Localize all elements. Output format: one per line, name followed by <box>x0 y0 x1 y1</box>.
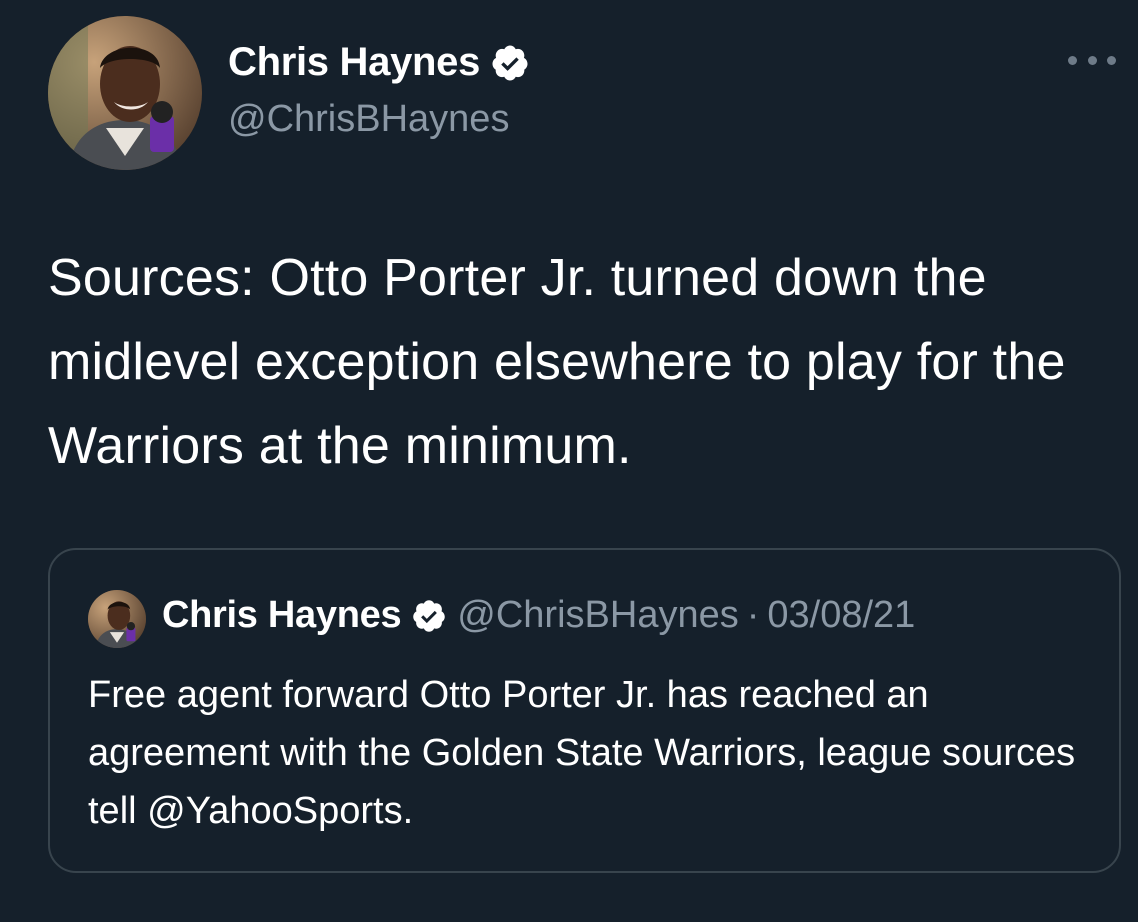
quoted-tweet[interactable]: Chris Haynes @ChrisBHaynes · 03/08/21 Fr… <box>48 548 1121 873</box>
avatar-photo-icon <box>88 590 146 648</box>
quoted-tweet-date[interactable]: 03/08/21 <box>767 594 915 637</box>
more-dot <box>1087 55 1097 65</box>
verified-badge-icon <box>413 599 446 632</box>
quoted-tweet-header: Chris Haynes @ChrisBHaynes · 03/08/21 <box>162 594 915 637</box>
more-dot <box>1068 55 1077 65</box>
quoted-author-handle[interactable]: @ChrisBHaynes <box>457 594 738 637</box>
quoted-author-avatar[interactable] <box>88 590 146 648</box>
tweet-text: Sources: Otto Porter Jr. turned down the… <box>48 249 1066 475</box>
tweet-card: Chris Haynes @ChrisBHaynes Sources: Otto… <box>0 0 1138 922</box>
verified-badge-icon <box>492 45 528 80</box>
author-avatar[interactable] <box>48 16 202 170</box>
author-name-text: Chris Haynes <box>228 40 481 84</box>
separator-dot: · <box>746 594 760 636</box>
author-handle[interactable]: @ChrisBHaynes <box>228 98 509 141</box>
quoted-author-name[interactable]: Chris Haynes <box>162 594 402 637</box>
avatar-photo-icon <box>48 16 202 170</box>
quoted-tweet-text: Free agent forward Otto Porter Jr. has r… <box>88 674 1076 832</box>
author-name[interactable]: Chris Haynes <box>228 40 530 85</box>
more-options-icon[interactable] <box>1068 46 1116 74</box>
more-dot <box>1107 55 1116 65</box>
